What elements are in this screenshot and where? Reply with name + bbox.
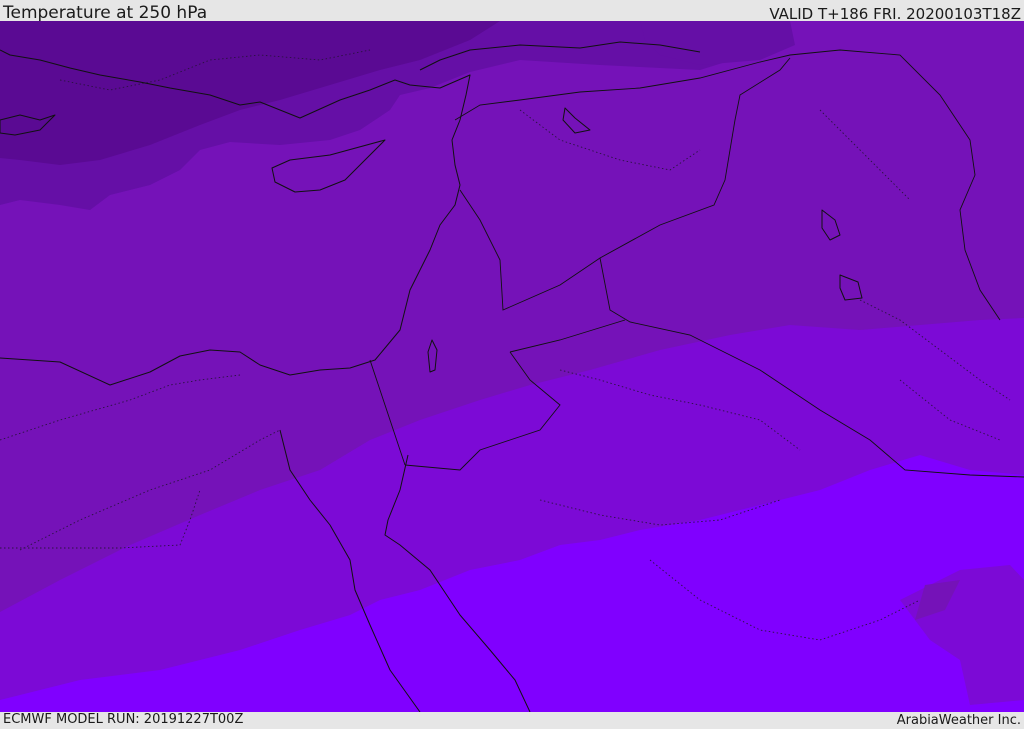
credit-label: ArabiaWeather Inc. [896,713,1021,728]
footer-bar: ECMWF MODEL RUN: 20191227T00Z ArabiaWeat… [0,712,1024,729]
map-canvas [0,21,1024,712]
header-bar: Temperature at 250 hPa VALID T+186 FRI. … [0,0,1024,23]
model-run-label: ECMWF MODEL RUN: 20191227T00Z [3,712,244,727]
map-title: Temperature at 250 hPa [3,3,208,23]
temperature-map [0,21,1024,712]
